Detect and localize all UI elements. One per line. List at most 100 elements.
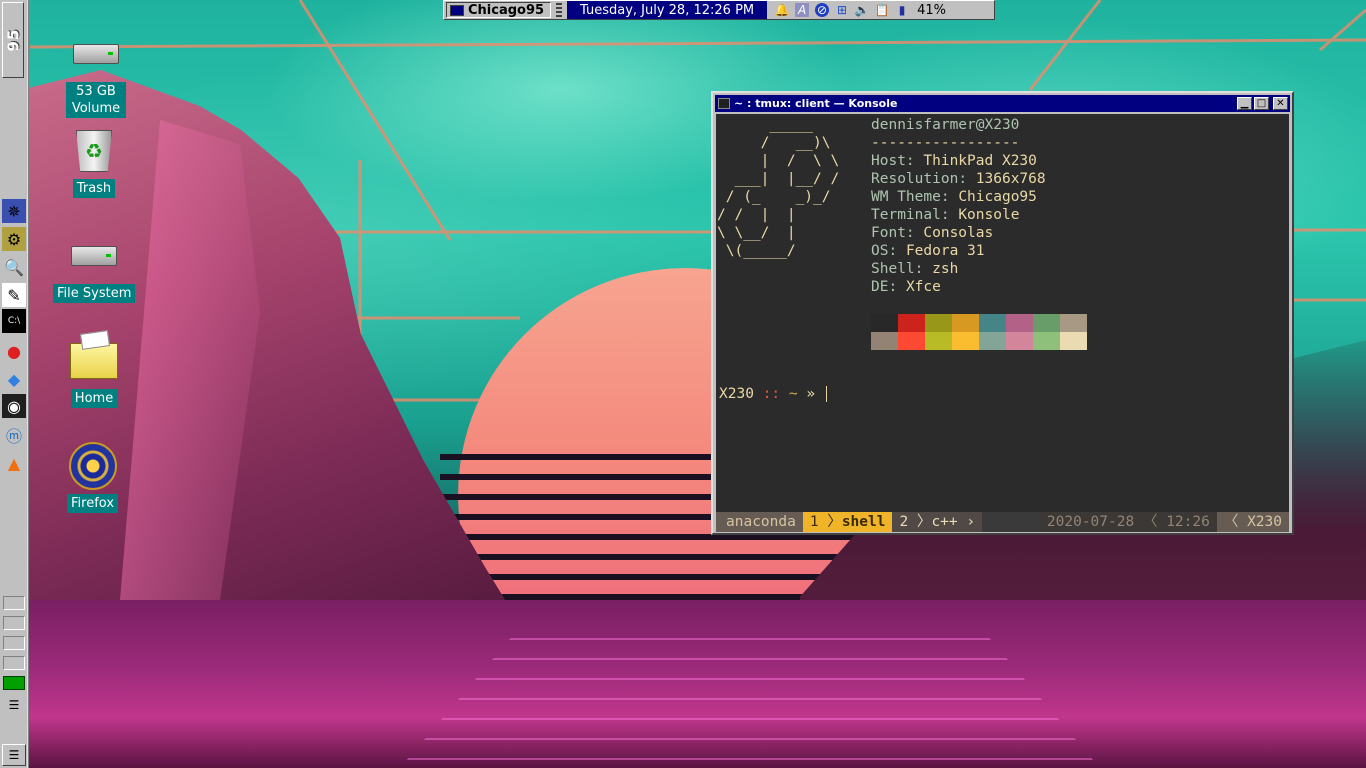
font-a-icon[interactable]: A [795, 3, 810, 17]
palette-swatch [1006, 314, 1033, 332]
desktop-icon-label: Trash [72, 179, 116, 198]
palette-swatch [925, 332, 952, 350]
close-button[interactable]: ✕ [1273, 97, 1288, 110]
network-icon[interactable]: ⊞ [835, 3, 849, 17]
palette-swatch [871, 314, 898, 332]
settings-launcher-icon[interactable]: ⚙ [2, 227, 26, 251]
neofetch-line: WM Theme: Chicago95 [871, 189, 1037, 205]
fedora-ascii-logo: _____ / __)\ | / \ \ ___| |__/ / / (_ _)… [717, 117, 840, 259]
text-editor-launcher-icon[interactable]: ✎ [2, 283, 26, 307]
panel-grip[interactable] [556, 3, 563, 17]
neofetch-line: Host: ThinkPad X230 [871, 153, 1037, 169]
start-button[interactable]: 95 [2, 2, 24, 78]
terminal-launcher-icon[interactable]: C:\ [2, 309, 26, 333]
neofetch-key: Resolution [871, 171, 959, 187]
desktop-icon-label: Home [70, 389, 118, 408]
volume-icon[interactable]: 🔈 [855, 3, 870, 17]
neofetch-info: dennisfarmer@X230 ----------------- Host… [871, 116, 1046, 296]
color-palette-launcher-icon[interactable]: ● [2, 339, 26, 363]
tmux-hostname: 〈 X230 [1216, 512, 1289, 532]
desktop-icon-firefox[interactable]: Firefox [67, 442, 119, 513]
update-icon[interactable]: ⊘ [815, 3, 830, 17]
neofetch-value: Consolas [923, 225, 994, 241]
konsole-window: ~ : tmux: client — Konsole ▁ □ ✕ _____ /… [711, 91, 1294, 535]
palette-swatch [1033, 332, 1060, 350]
desktop-icon-home[interactable]: Home [70, 337, 118, 408]
workspace-4[interactable] [3, 656, 25, 670]
neofetch-value: Fedora 31 [905, 243, 985, 259]
vlc-launcher-icon[interactable]: ▲ [2, 451, 26, 475]
prompt-host: X230 [719, 386, 754, 402]
chevron-right-icon: 〉 [908, 514, 932, 530]
palette-swatch [1060, 332, 1087, 350]
chevron-left-icon: 〈 [1223, 514, 1248, 530]
minimize-button[interactable]: ▁ [1237, 97, 1252, 110]
window-titlebar[interactable]: ~ : tmux: client — Konsole ▁ □ ✕ [715, 95, 1290, 112]
neofetch-separator: ----------------- [871, 135, 1020, 151]
workspace-3[interactable] [3, 636, 25, 650]
palette-swatch [979, 314, 1006, 332]
mu-launcher-icon[interactable]: ⓜ [2, 423, 26, 447]
trash-icon: ♻ [76, 130, 112, 172]
eye-launcher-icon[interactable]: ◉ [2, 394, 26, 418]
neofetch-line: OS: Fedora 31 [871, 243, 985, 259]
palette-swatch [1006, 332, 1033, 350]
window-title: ~ : tmux: client — Konsole [734, 97, 898, 110]
clipboard-icon[interactable]: 📋 [875, 3, 890, 17]
konsole-window-icon[interactable] [718, 98, 730, 109]
system-tray: 🔔 A ⊘ ⊞ 🔈 📋 ▮ 41% [767, 1, 946, 19]
workspace-2[interactable] [3, 616, 25, 630]
palette-swatch [952, 314, 979, 332]
palette-swatch [898, 332, 925, 350]
firefox-launcher-icon[interactable]: ✵ [2, 199, 26, 223]
show-desktop-button[interactable]: ☰ [2, 744, 26, 766]
menu-lines-icon[interactable]: ☰ [2, 694, 26, 716]
battery-icon[interactable]: ▮ [895, 3, 909, 17]
neofetch-line: Font: Consolas [871, 225, 994, 241]
workspace-active[interactable] [3, 676, 25, 690]
tmux-datetime: 2020-07-28 〈 12:26 [1039, 512, 1217, 532]
neofetch-line: Resolution: 1366x768 [871, 171, 1046, 187]
tmux-window-index: 1 [809, 514, 819, 530]
tmux-time: 12:26 [1166, 514, 1210, 530]
prompt-separator: :: [762, 386, 781, 402]
taskbar-button-label: Chicago95 [468, 2, 545, 18]
neofetch-line: Shell: zsh [871, 261, 959, 277]
palette-swatch [1033, 314, 1060, 332]
neofetch-value: Xfce [905, 279, 941, 295]
desktop-icon-volume[interactable]: 53 GB Volume [66, 30, 126, 118]
tmux-window-active[interactable]: 1 〉 shell [802, 512, 893, 532]
diamond-launcher-icon[interactable]: ◆ [2, 367, 26, 391]
neofetch-key: Shell [871, 261, 915, 277]
panel-clock[interactable]: Tuesday, July 28, 12:26 PM [567, 1, 768, 19]
workspace-1[interactable] [3, 596, 25, 610]
palette-swatch [871, 332, 898, 350]
palette-swatch [1060, 314, 1087, 332]
konsole-app-icon [450, 4, 464, 16]
maximize-button[interactable]: □ [1254, 97, 1269, 110]
taskbar-button-konsole[interactable]: Chicago95 [446, 2, 552, 18]
desktop-icon-label: 53 GB Volume [66, 82, 126, 118]
tmux-window-inactive[interactable]: 2 〉 c++ › [892, 512, 983, 532]
terminal-area[interactable]: _____ / __)\ | / \ \ ___| |__/ / / (_ _)… [716, 114, 1289, 532]
color-palette [871, 314, 1087, 350]
neofetch-value: zsh [932, 261, 959, 277]
shell-prompt: X230 :: ~ » [719, 385, 827, 403]
neofetch-value: Konsole [958, 207, 1020, 223]
neofetch-value: ThinkPad X230 [923, 153, 1037, 169]
palette-swatch [898, 314, 925, 332]
search-launcher-icon[interactable]: 🔍 [2, 255, 26, 279]
chevron-left-icon: 〈 [1134, 514, 1167, 530]
tmux-session-name[interactable]: anaconda [716, 512, 803, 532]
notification-bell-icon[interactable]: 🔔 [775, 3, 790, 17]
desktop-icon-filesystem[interactable]: File System [53, 232, 136, 303]
folder-icon [70, 343, 118, 379]
start-button-label: 95 [4, 28, 22, 52]
firefox-icon [68, 442, 117, 490]
tmux-date: 2020-07-28 [1046, 514, 1135, 530]
desktop-icon-trash[interactable]: ♻ Trash [70, 127, 118, 198]
left-panel: 95 ✵ ⚙ 🔍 ✎ C:\ ● ◆ ◉ ⓜ ▲ ☰ ☰ [0, 0, 29, 768]
prompt-arrow: » [806, 386, 816, 402]
neofetch-line: Terminal: Konsole [871, 207, 1020, 223]
tmux-host: X230 [1247, 514, 1282, 530]
